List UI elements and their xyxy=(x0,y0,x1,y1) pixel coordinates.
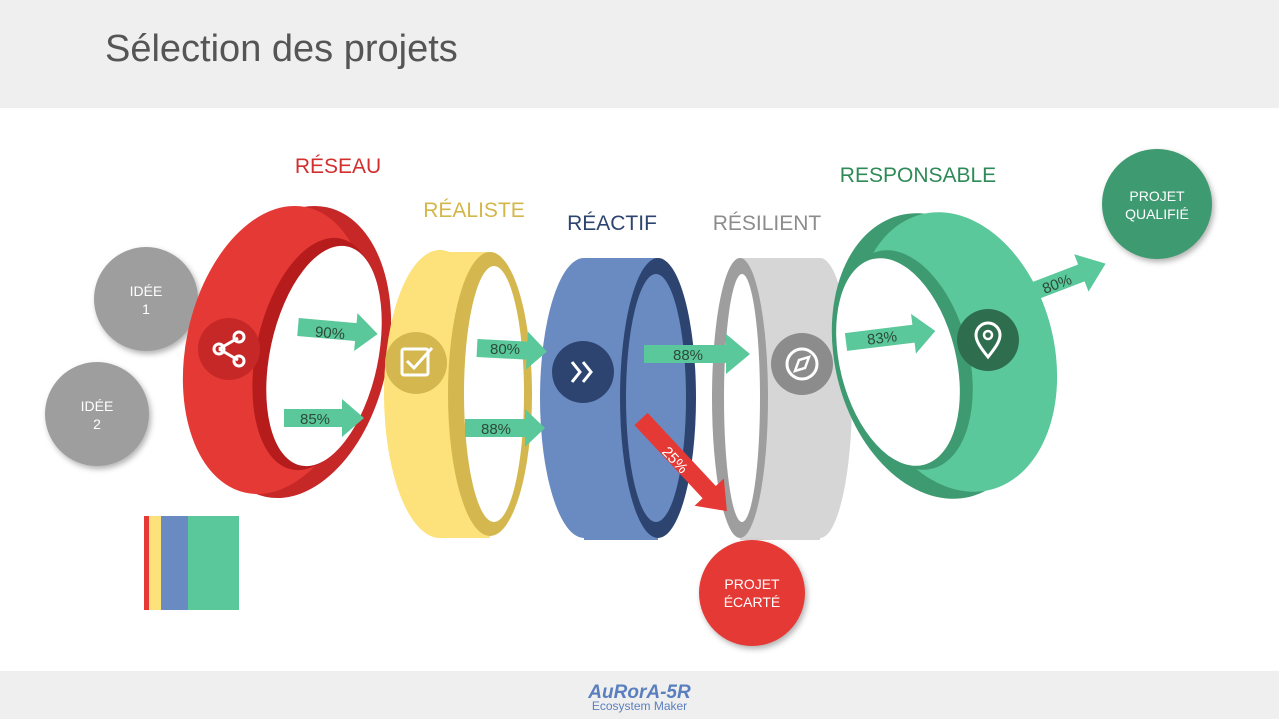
idea-1-line2: 1 xyxy=(142,301,150,317)
arrow-resilient-out-label: 83% xyxy=(866,328,898,349)
stage-label-resilient: RÉSILIENT xyxy=(713,212,822,235)
stage-label-reseau: RÉSEAU xyxy=(295,155,381,178)
legend-swatch-yellow xyxy=(149,516,161,610)
stage-label-reactif: RÉACTIF xyxy=(567,212,657,235)
arrow-reseau-top-label: 90% xyxy=(314,324,345,344)
arrow-reseau-bottom-label: 85% xyxy=(300,411,330,428)
arrow-responsable-out-label: 80% xyxy=(1040,271,1074,298)
idea-1-node: IDÉE 1 xyxy=(94,247,198,351)
location-pin-icon xyxy=(957,309,1019,371)
share-icon xyxy=(198,318,260,380)
compass-icon xyxy=(771,333,833,395)
fast-forward-icon xyxy=(552,341,614,403)
ring-realiste xyxy=(384,250,532,538)
legend-swatch-green xyxy=(188,516,239,610)
outcome-rejected-line1: PROJET xyxy=(724,576,780,592)
arrow-reactif-out-label: 88% xyxy=(673,347,703,364)
ring-resilient xyxy=(712,258,852,540)
ring-reactif xyxy=(540,258,696,540)
outcome-qualified-line1: PROJET xyxy=(1129,188,1185,204)
stage-label-responsable: RESPONSABLE xyxy=(840,164,996,187)
arrow-realiste-bottom-label: 88% xyxy=(481,421,511,438)
check-square-icon xyxy=(385,332,447,394)
outcome-qualified-node: PROJET QUALIFIÉ xyxy=(1102,149,1212,259)
outcome-qualified-line2: QUALIFIÉ xyxy=(1125,206,1189,222)
idea-2-line2: 2 xyxy=(93,416,101,432)
legend-swatch-red xyxy=(144,516,149,610)
outcome-rejected-line2: ÉCARTÉ xyxy=(724,594,781,610)
brand-subtitle: Ecosystem Maker xyxy=(591,699,688,713)
legend-swatch-blue xyxy=(161,516,188,610)
idea-1-line1: IDÉE xyxy=(130,283,163,299)
idea-2-line1: IDÉE xyxy=(81,398,114,414)
arrow-realiste-top-label: 80% xyxy=(490,341,520,358)
stage-label-realiste: RÉALISTE xyxy=(423,199,525,222)
selection-diagram: RÉSEAU RÉALISTE RÉACTIF RÉSILIENT RESPON… xyxy=(45,149,1212,646)
idea-2-node: IDÉE 2 xyxy=(45,362,149,466)
ring-reseau xyxy=(182,205,392,499)
outcome-rejected-node: PROJET ÉCARTÉ xyxy=(699,540,805,646)
color-legend xyxy=(144,516,239,610)
